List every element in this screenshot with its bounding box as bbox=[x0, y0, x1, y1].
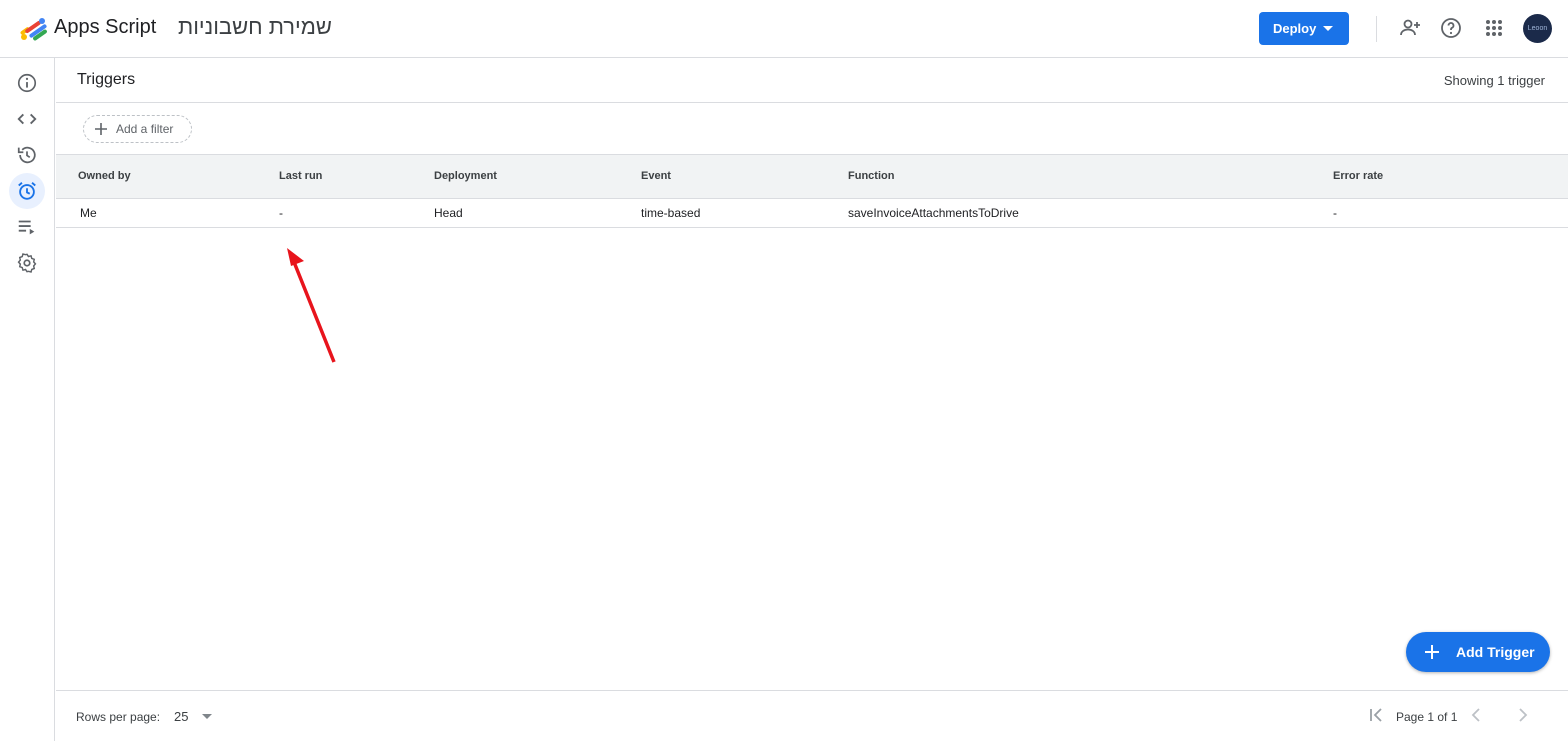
toolbar-divider bbox=[1376, 16, 1377, 42]
top-bar: Apps Script שמירת חשבוניות Deploy Leoon bbox=[0, 0, 1568, 58]
trigger-count: Showing 1 trigger bbox=[1443, 73, 1545, 88]
page-info: Page 1 of 1 bbox=[1396, 710, 1458, 724]
column-event[interactable]: Event bbox=[641, 170, 671, 182]
column-owned-by[interactable]: Owned by bbox=[78, 170, 131, 182]
app-name: Apps Script bbox=[54, 16, 157, 38]
main-content: Triggers Showing 1 trigger Add a filter … bbox=[56, 58, 1568, 741]
column-error-rate[interactable]: Error rate bbox=[1333, 170, 1383, 182]
deploy-button-label: Deploy bbox=[1273, 21, 1317, 36]
table-row[interactable]: Me - Head time-based saveInvoiceAttachme… bbox=[56, 199, 1568, 228]
rail-item-triggers[interactable] bbox=[9, 173, 45, 209]
rail-item-executions[interactable] bbox=[9, 209, 45, 245]
plus-icon bbox=[1425, 645, 1439, 659]
executions-icon bbox=[18, 220, 35, 235]
avatar[interactable]: Leoon bbox=[1523, 14, 1552, 43]
info-icon bbox=[17, 73, 37, 93]
alarm-icon bbox=[18, 182, 36, 200]
cell-last-run: - bbox=[279, 206, 283, 220]
rail-item-project-history[interactable] bbox=[9, 137, 45, 173]
chevron-down-icon bbox=[202, 714, 212, 719]
rail-item-overview[interactable] bbox=[9, 65, 45, 101]
chevron-down-icon bbox=[1323, 26, 1333, 31]
add-filter-label: Add a filter bbox=[116, 122, 174, 136]
gear-icon bbox=[17, 253, 37, 273]
left-rail bbox=[0, 58, 55, 741]
history-icon bbox=[17, 146, 36, 164]
add-filter-button[interactable]: Add a filter bbox=[83, 115, 192, 143]
annotation-arrow bbox=[287, 248, 336, 363]
previous-page-icon[interactable] bbox=[1466, 705, 1486, 725]
cell-deployment: Head bbox=[434, 206, 463, 220]
help-icon[interactable] bbox=[1439, 16, 1463, 40]
rows-per-page-select[interactable]: 25 bbox=[174, 703, 218, 729]
table-header: Owned by Last run Deployment Event Funct… bbox=[56, 154, 1568, 199]
deploy-button[interactable]: Deploy bbox=[1259, 12, 1349, 45]
column-last-run[interactable]: Last run bbox=[279, 170, 322, 182]
code-icon bbox=[17, 113, 37, 125]
column-function[interactable]: Function bbox=[848, 170, 894, 182]
rail-item-project-settings[interactable] bbox=[9, 245, 45, 281]
apps-script-logo[interactable] bbox=[18, 15, 50, 43]
cell-function: saveInvoiceAttachmentsToDrive bbox=[848, 206, 1019, 220]
cell-error-rate: - bbox=[1333, 206, 1337, 220]
project-name[interactable]: שמירת חשבוניות bbox=[178, 14, 332, 40]
rows-per-page-label: Rows per page: bbox=[76, 710, 161, 724]
column-deployment[interactable]: Deployment bbox=[434, 170, 497, 182]
page-title: Triggers bbox=[77, 71, 136, 88]
cell-event: time-based bbox=[641, 206, 701, 220]
avatar-text: Leoon bbox=[1527, 25, 1548, 32]
add-trigger-button[interactable]: Add Trigger bbox=[1406, 632, 1550, 672]
add-person-icon[interactable] bbox=[1398, 16, 1422, 40]
plus-icon bbox=[95, 123, 107, 135]
apps-grid-icon[interactable] bbox=[1482, 16, 1506, 40]
rail-item-editor[interactable] bbox=[9, 101, 45, 137]
rows-per-page-value: 25 bbox=[174, 709, 189, 724]
cell-owned-by: Me bbox=[80, 206, 97, 220]
next-page-icon[interactable] bbox=[1513, 705, 1533, 725]
page-header: Triggers Showing 1 trigger bbox=[56, 58, 1568, 103]
first-page-icon[interactable] bbox=[1366, 705, 1386, 725]
add-trigger-label: Add Trigger bbox=[1456, 644, 1535, 660]
pagination-footer: Rows per page: 25 Page 1 of 1 bbox=[56, 690, 1568, 741]
